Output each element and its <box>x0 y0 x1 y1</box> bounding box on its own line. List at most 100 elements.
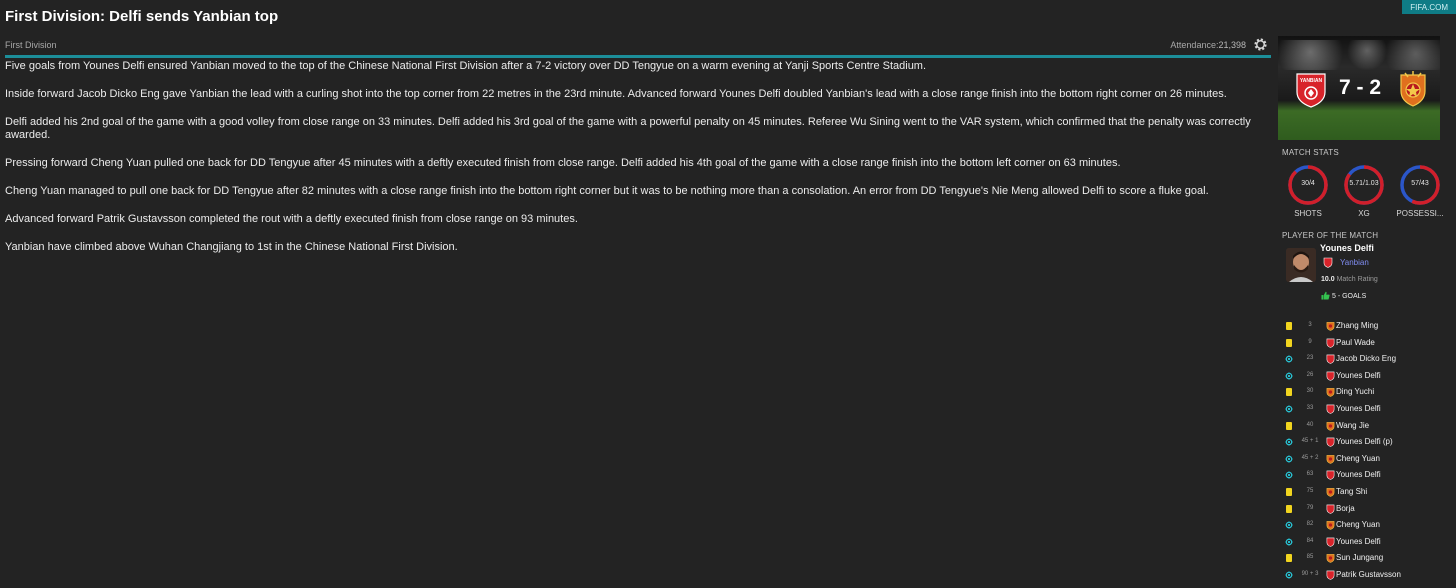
club-crest-icon <box>1323 257 1333 268</box>
attendance-value: 21,398 <box>1218 40 1246 50</box>
home-club-crest-icon <box>1326 404 1335 414</box>
event-minute: 3 <box>1308 322 1312 328</box>
xg-label: XG <box>1358 209 1370 218</box>
event-minute: 79 <box>1306 504 1314 511</box>
event-player-name[interactable]: Younes Delfi <box>1336 404 1381 413</box>
event-player-name[interactable]: Wang Jie <box>1336 421 1369 430</box>
event-minute: 63 <box>1306 471 1314 478</box>
match-event-row[interactable]: 45 + 2 Cheng Yuan <box>1282 451 1456 468</box>
shots-value: 30/4 <box>1301 180 1315 187</box>
match-stats-label: MATCH STATS <box>1282 148 1339 157</box>
match-event-row[interactable]: 85 Sun Jungang <box>1282 550 1456 567</box>
match-event-row[interactable]: 40 Wang Jie <box>1282 418 1456 435</box>
event-minute: 26 <box>1306 371 1314 378</box>
attendance: Attendance:21,398 <box>1170 40 1246 50</box>
event-player-name[interactable]: Paul Wade <box>1336 338 1375 347</box>
rating-label: Match Rating <box>1336 276 1378 283</box>
yellow-card-icon <box>1286 421 1292 430</box>
event-player-name[interactable]: Younes Delfi <box>1336 470 1381 479</box>
event-player-name[interactable]: Younes Delfi <box>1336 537 1381 546</box>
event-player-name[interactable]: Cheng Yuan <box>1336 520 1380 529</box>
article-meta-row: First Division Attendance:21,398 <box>5 38 1271 52</box>
article-paragraph: Five goals from Younes Delfi ensured Yan… <box>5 60 927 72</box>
away-club-crest-icon <box>1326 387 1335 398</box>
home-club-crest-icon <box>1326 504 1335 514</box>
event-player-name[interactable]: Borja <box>1336 504 1355 513</box>
event-minute: 40 <box>1306 421 1314 428</box>
player-of-match-rating: 10.0 Match Rating <box>1321 276 1378 283</box>
home-club-crest-icon <box>1326 537 1335 547</box>
home-club-crest-icon <box>1326 338 1335 348</box>
goal-ball-icon <box>1285 538 1293 546</box>
event-player-name[interactable]: Sun Jungang <box>1336 553 1383 562</box>
yellow-card-icon <box>1286 504 1292 513</box>
home-club-crest-icon <box>1326 570 1335 580</box>
match-event-row[interactable]: 30 Ding Yuchi <box>1282 384 1456 401</box>
article-body: Five goals from Younes Delfi ensured Yan… <box>5 60 1267 269</box>
match-event-row[interactable]: 75 Tang Shi <box>1282 484 1456 501</box>
match-event-row[interactable]: 84 Younes Delfi <box>1282 534 1456 551</box>
home-club-crest-icon <box>1326 470 1335 481</box>
event-player-name[interactable]: Tang Shi <box>1336 487 1367 496</box>
match-events-list: 3 Zhang Ming 9 Paul Wade 23 Jacob Dicko Eng 26… <box>1282 318 1456 584</box>
away-club-crest-icon <box>1326 520 1335 530</box>
divider <box>5 55 1271 58</box>
article-paragraph: Cheng Yuan managed to pull one back for … <box>5 185 1209 197</box>
event-player-name[interactable]: Zhang Ming <box>1336 321 1378 330</box>
player-of-match-label: PLAYER OF THE MATCH <box>1282 231 1379 240</box>
event-player-name[interactable]: Cheng Yuan <box>1336 454 1380 463</box>
event-minute: 84 <box>1306 537 1314 544</box>
away-club-crest-icon <box>1326 321 1335 331</box>
event-player-name[interactable]: Patrik Gustavsson <box>1336 570 1401 579</box>
final-score: 7 - 2 <box>1338 76 1382 99</box>
match-event-row[interactable]: 79 Borja <box>1282 501 1456 518</box>
event-player-name[interactable]: Jacob Dicko Eng <box>1336 354 1396 363</box>
article-paragraph: Advanced forward Patrik Gustavsson compl… <box>5 213 578 225</box>
event-player-name[interactable]: Ding Yuchi <box>1336 387 1374 396</box>
player-avatar[interactable] <box>1286 248 1316 282</box>
event-minute: 90 + 3 <box>1301 570 1319 577</box>
article-paragraph: Delfi added his 2nd goal of the game wit… <box>5 116 1251 141</box>
stat-possession[interactable]: 57/43 POSSESSI... <box>1390 164 1450 218</box>
event-minute: 75 <box>1306 487 1314 494</box>
event-minute: 33 <box>1306 404 1314 411</box>
gear-icon[interactable] <box>1253 37 1268 52</box>
event-minute: 85 <box>1306 554 1314 561</box>
article-paragraph: Inside forward Jacob Dicko Eng gave Yanb… <box>5 88 1227 100</box>
event-player-name[interactable]: Younes Delfi (p) <box>1336 437 1393 446</box>
match-event-row[interactable]: 90 + 3 Patrik Gustavsson <box>1282 567 1456 584</box>
event-minute: 45 + 2 <box>1301 454 1319 461</box>
stat-xg[interactable]: 5.71/1.03 XG <box>1334 164 1394 218</box>
fifa-badge[interactable]: FIFA.COM <box>1402 0 1456 14</box>
player-of-match-name[interactable]: Younes Delfi <box>1320 243 1374 253</box>
event-player-name[interactable]: Younes Delfi <box>1336 371 1381 380</box>
match-event-row[interactable]: 26 Younes Delfi <box>1282 368 1456 385</box>
event-minute: 82 <box>1306 521 1314 528</box>
page-title: First Division: Delfi sends Yanbian top <box>5 8 279 25</box>
yellow-card-icon <box>1286 322 1292 330</box>
player-of-match-club[interactable]: Yanbian <box>1340 258 1369 267</box>
goal-ball-icon <box>1285 571 1293 579</box>
match-event-row[interactable]: 33 Younes Delfi <box>1282 401 1456 418</box>
match-event-row[interactable]: 63 Younes Delfi <box>1282 467 1456 484</box>
match-event-row[interactable]: 9 Paul Wade <box>1282 335 1456 352</box>
shots-label: SHOTS <box>1294 209 1322 218</box>
match-event-row[interactable]: 3 Zhang Ming <box>1282 318 1456 335</box>
home-club-crest-icon <box>1326 437 1335 447</box>
competition-label[interactable]: First Division <box>5 40 57 50</box>
match-event-row[interactable]: 23 Jacob Dicko Eng <box>1282 351 1456 368</box>
match-event-row[interactable]: 82 Cheng Yuan <box>1282 517 1456 534</box>
home-club-crest-icon <box>1326 371 1335 381</box>
away-club-crest-icon <box>1326 454 1335 464</box>
event-minute: 23 <box>1306 355 1314 362</box>
stat-shots[interactable]: 30/4 SHOTS <box>1278 164 1338 218</box>
yellow-card-icon <box>1286 388 1292 397</box>
away-club-crest-icon <box>1326 421 1335 431</box>
match-event-row[interactable]: 45 + 1 Younes Delfi (p) <box>1282 434 1456 451</box>
yellow-card-icon <box>1286 338 1292 347</box>
away-club-crest-icon <box>1326 487 1335 497</box>
goal-ball-icon <box>1285 455 1293 463</box>
goal-ball-icon <box>1285 355 1293 363</box>
score-card[interactable]: YANBIAN 7 - 2 <box>1278 36 1440 140</box>
player-of-match-goals: 5 - GOALS <box>1321 291 1366 300</box>
